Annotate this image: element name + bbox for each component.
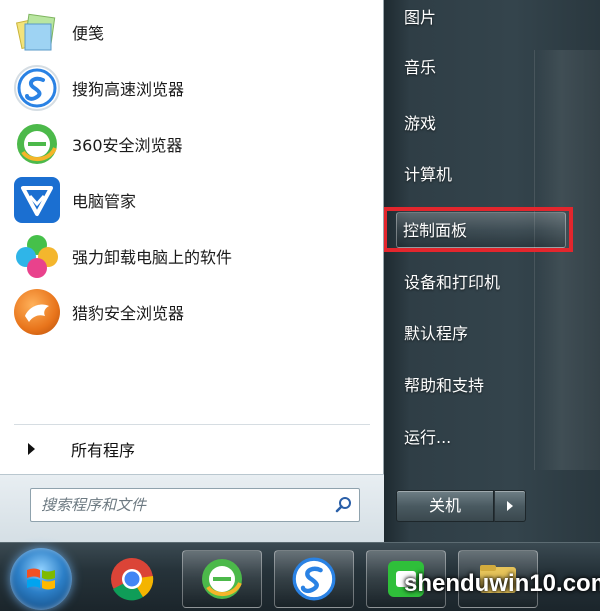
sogou-browser-icon xyxy=(14,65,60,111)
sogou-browser-icon xyxy=(292,557,336,601)
program-item-sticky-notes[interactable]: 便笺 xyxy=(14,6,374,58)
right-item-label: 默认程序 xyxy=(404,324,469,343)
right-item-label: 帮助和支持 xyxy=(404,376,485,395)
search-box[interactable] xyxy=(30,488,360,522)
triangle-right-icon xyxy=(28,443,35,455)
cheetah-browser-icon xyxy=(14,289,60,335)
right-item-devices-printers[interactable]: 设备和打印机 xyxy=(398,265,568,301)
360-browser-icon xyxy=(202,559,242,599)
shutdown-button[interactable]: 关机 xyxy=(396,490,494,522)
program-item-uninstaller[interactable]: 强力卸载电脑上的软件 xyxy=(14,230,374,282)
right-item-games[interactable]: 游戏 xyxy=(398,106,568,142)
right-item-help-support[interactable]: 帮助和支持 xyxy=(398,368,568,404)
right-item-run[interactable]: 运行... xyxy=(398,420,568,456)
program-label: 便笺 xyxy=(72,24,105,43)
right-item-label: 图片 xyxy=(404,8,437,27)
program-label: 猎豹安全浏览器 xyxy=(72,304,185,323)
all-programs-item[interactable]: 所有程序 xyxy=(20,432,360,466)
right-item-label: 音乐 xyxy=(404,58,437,77)
search-input[interactable] xyxy=(41,490,329,520)
shutdown-options-button[interactable] xyxy=(494,490,526,522)
chrome-icon xyxy=(111,558,154,601)
search-icon[interactable] xyxy=(329,490,359,520)
right-item-label: 游戏 xyxy=(404,114,437,133)
right-item-computer[interactable]: 计算机 xyxy=(398,157,568,193)
right-item-default-programs[interactable]: 默认程序 xyxy=(398,316,568,352)
360-browser-icon xyxy=(14,121,60,167)
right-item-label: 计算机 xyxy=(404,165,453,184)
program-item-cheetah-browser[interactable]: 猎豹安全浏览器 xyxy=(14,286,374,338)
triangle-right-icon xyxy=(507,501,513,511)
program-label: 搜狗高速浏览器 xyxy=(72,80,185,99)
right-item-pictures[interactable]: 图片 xyxy=(398,0,568,36)
right-item-label: 设备和打印机 xyxy=(404,273,501,292)
right-item-control-panel[interactable]: 控制面板 xyxy=(396,212,566,248)
program-label: 360安全浏览器 xyxy=(72,136,183,155)
pc-manager-icon xyxy=(14,177,60,223)
sticky-notes-icon xyxy=(14,9,60,55)
taskbar-sogou-browser[interactable] xyxy=(274,550,354,608)
right-item-label: 运行... xyxy=(404,428,452,447)
program-item-pc-manager[interactable]: 电脑管家 xyxy=(14,174,374,226)
windows-start-orb-icon[interactable] xyxy=(10,548,72,610)
taskbar-chrome[interactable] xyxy=(92,550,172,608)
right-item-label: 控制面板 xyxy=(403,221,468,240)
program-label: 强力卸载电脑上的软件 xyxy=(72,248,233,267)
program-item-360-browser[interactable]: 360安全浏览器 xyxy=(14,118,374,170)
watermark-text: shenduwin10.com xyxy=(404,570,600,597)
all-programs-label: 所有程序 xyxy=(71,441,136,460)
taskbar-360-browser[interactable] xyxy=(182,550,262,608)
right-item-music[interactable]: 音乐 xyxy=(398,50,568,86)
menu-separator xyxy=(14,424,370,425)
uninstaller-icon xyxy=(14,233,60,279)
program-item-sogou-browser[interactable]: 搜狗高速浏览器 xyxy=(14,62,374,114)
program-label: 电脑管家 xyxy=(72,192,137,211)
